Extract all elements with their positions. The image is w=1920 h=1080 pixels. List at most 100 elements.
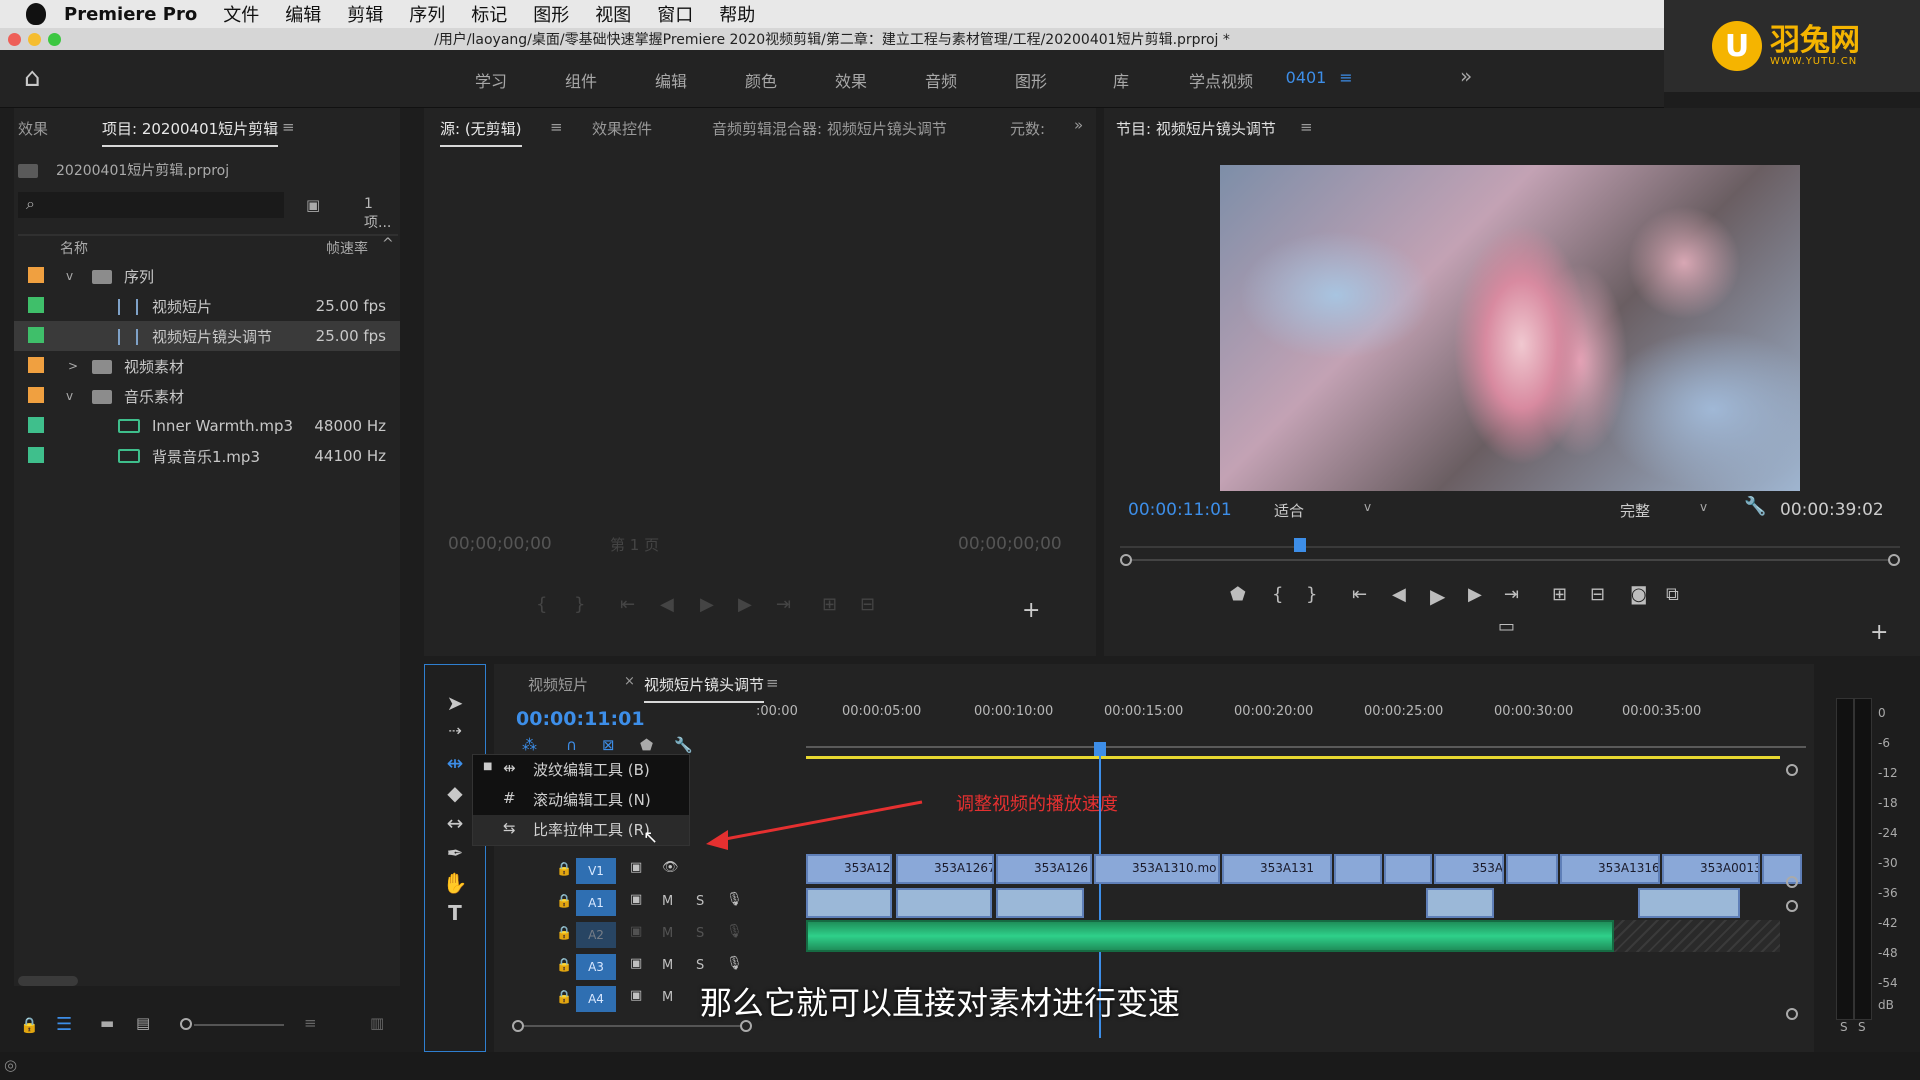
tab-project[interactable]: 项目: 20200401短片剪辑 xyxy=(102,118,279,147)
lock-icon[interactable]: 🔒 xyxy=(556,926,572,941)
label-color[interactable] xyxy=(28,357,44,373)
minimize-window-button[interactable] xyxy=(28,33,41,46)
razor-tool-icon[interactable]: ◆ xyxy=(441,781,469,807)
video-clip[interactable]: 353A xyxy=(1434,854,1504,884)
slip-tool-icon[interactable]: ↔ xyxy=(441,811,469,837)
list-item[interactable]: v 音乐素材 xyxy=(14,381,400,411)
apple-icon[interactable] xyxy=(26,3,46,25)
solo-button[interactable]: S xyxy=(696,958,704,973)
audio-clip[interactable] xyxy=(996,888,1084,918)
step-back-icon[interactable]: ◀ xyxy=(1392,584,1406,605)
selection-tool-icon[interactable]: ➤ xyxy=(441,691,469,717)
workspace-assembly[interactable]: 组件 xyxy=(536,68,626,92)
type-tool-icon[interactable]: T xyxy=(441,901,469,927)
close-window-button[interactable] xyxy=(8,33,21,46)
zoom-window-button[interactable] xyxy=(48,33,61,46)
chevron-right-icon[interactable]: > xyxy=(68,359,78,373)
chevron-down-icon[interactable]: v xyxy=(66,389,73,403)
add-button-icon[interactable]: + xyxy=(1870,620,1888,645)
source-menu-icon[interactable]: ≡ xyxy=(550,118,563,136)
chevron-down-icon[interactable]: v xyxy=(66,269,73,283)
nest-toggle-icon[interactable]: ⁂ xyxy=(522,736,537,754)
pen-tool-icon[interactable]: ✒ xyxy=(441,841,469,867)
tab-audio-clip-mixer[interactable]: 音频剪辑混合器: 视频短片镜头调节 xyxy=(712,118,947,139)
scroll-handle[interactable] xyxy=(1786,764,1798,776)
sync-lock-icon[interactable]: ▣ xyxy=(630,988,642,1003)
video-clip[interactable]: 353A12 xyxy=(806,854,892,884)
sync-lock-icon[interactable]: ▣ xyxy=(630,860,642,875)
tab-effect-controls[interactable]: 效果控件 xyxy=(592,118,652,139)
track-v1[interactable]: 353A12 353A1267 353A126 353A1310.mo 353A… xyxy=(806,854,1802,888)
play-icon[interactable]: ▶ xyxy=(1430,584,1445,608)
wrench-icon[interactable]: 🔧 xyxy=(674,736,693,754)
menu-view[interactable]: 视图 xyxy=(595,1,631,27)
new-item-icon[interactable]: ▥ xyxy=(370,1014,384,1032)
menu-item-rate-stretch[interactable]: 比率拉伸工具 (R) xyxy=(533,819,650,840)
wrench-icon[interactable]: 🔧 xyxy=(1744,496,1766,517)
tab-source[interactable]: 源: (无剪辑) xyxy=(440,118,522,147)
more-tabs-icon[interactable]: » xyxy=(1074,116,1083,134)
workspace-xuedian[interactable]: 学点视频 xyxy=(1166,68,1276,92)
video-clip[interactable]: 353A1310.mo xyxy=(1094,854,1220,884)
label-color[interactable] xyxy=(28,297,44,313)
zoom-handle-right[interactable] xyxy=(1888,554,1900,566)
timeline-menu-icon[interactable]: ≡ xyxy=(766,674,779,692)
mark-out-icon[interactable]: } xyxy=(1306,584,1317,605)
video-clip[interactable]: 353A131 xyxy=(1222,854,1332,884)
menu-help[interactable]: 帮助 xyxy=(719,1,755,27)
video-clip[interactable]: 353A1316 xyxy=(1560,854,1660,884)
scroll-handle[interactable] xyxy=(1786,900,1798,912)
extract-icon[interactable]: ⊟ xyxy=(1590,584,1605,605)
lock-icon[interactable]: 🔒 xyxy=(556,894,572,909)
mute-button[interactable]: M xyxy=(662,990,673,1005)
mark-out-icon[interactable]: } xyxy=(574,594,585,615)
menu-graphics[interactable]: 图形 xyxy=(533,1,569,27)
label-color[interactable] xyxy=(28,327,44,343)
tab-metadata[interactable]: 元数: xyxy=(1010,118,1045,139)
workspace-learn[interactable]: 学习 xyxy=(446,68,536,92)
overwrite-icon[interactable]: ⊟ xyxy=(860,594,875,615)
video-clip[interactable]: 353A126 xyxy=(996,854,1092,884)
audio-clip[interactable] xyxy=(1426,888,1494,918)
new-bin-icon[interactable]: ▣ xyxy=(306,196,320,214)
video-clip[interactable] xyxy=(1384,854,1432,884)
mark-in-icon[interactable]: { xyxy=(536,594,547,615)
hand-tool-icon[interactable]: ✋ xyxy=(441,871,469,897)
add-button-icon[interactable]: + xyxy=(1022,598,1040,623)
insert-icon[interactable]: ⊞ xyxy=(822,594,837,615)
go-to-in-icon[interactable]: ⇤ xyxy=(620,594,635,615)
track-target-a4[interactable]: A4 xyxy=(576,986,616,1012)
video-clip[interactable]: 353A1267 xyxy=(896,854,994,884)
playhead[interactable] xyxy=(1294,538,1306,552)
workspace-editing[interactable]: 编辑 xyxy=(626,68,716,92)
zoom-handle-left[interactable] xyxy=(1120,554,1132,566)
track-target-v1[interactable]: V1 xyxy=(576,858,616,884)
workspace-color[interactable]: 颜色 xyxy=(716,68,806,92)
ripple-edit-tool-icon[interactable]: ⇹ xyxy=(441,751,469,777)
sync-lock-icon[interactable]: ▣ xyxy=(630,924,642,939)
tab-timeline-current[interactable]: 视频短片镜头调节 xyxy=(644,674,765,703)
tab-timeline-short[interactable]: 视频短片 xyxy=(528,674,588,695)
close-tab-icon[interactable]: × xyxy=(624,674,635,689)
mute-button[interactable]: M xyxy=(662,958,673,973)
column-name[interactable]: 名称 xyxy=(60,238,88,258)
work-area-bar[interactable] xyxy=(806,756,1780,759)
list-item[interactable]: > 视频素材 xyxy=(14,351,400,381)
tab-program[interactable]: 节目: 视频短片镜头调节 xyxy=(1116,118,1276,139)
zoom-slider-handle[interactable] xyxy=(180,1018,192,1030)
timeline-playhead[interactable] xyxy=(1094,742,1106,756)
menu-sequence[interactable]: 序列 xyxy=(409,1,445,27)
microphone-icon[interactable]: 🎙 xyxy=(726,924,743,939)
workspace-graphics[interactable]: 图形 xyxy=(986,68,1076,92)
workspace-effects[interactable]: 效果 xyxy=(806,68,896,92)
project-panel-menu-icon[interactable]: ≡ xyxy=(282,118,295,136)
time-ruler[interactable]: :00:00 00:00:05:00 00:00:10:00 00:00:15:… xyxy=(756,704,1701,744)
chevron-down-icon[interactable]: v xyxy=(1364,500,1371,514)
add-marker-icon[interactable]: ⬟ xyxy=(640,736,653,754)
microphone-icon[interactable]: 🎙 xyxy=(726,892,743,907)
list-view-icon[interactable]: ☰ xyxy=(56,1014,72,1035)
scroll-handle[interactable] xyxy=(1786,1008,1798,1020)
search-input[interactable] xyxy=(18,192,284,218)
label-color[interactable] xyxy=(28,267,44,283)
menu-markers[interactable]: 标记 xyxy=(471,1,507,27)
